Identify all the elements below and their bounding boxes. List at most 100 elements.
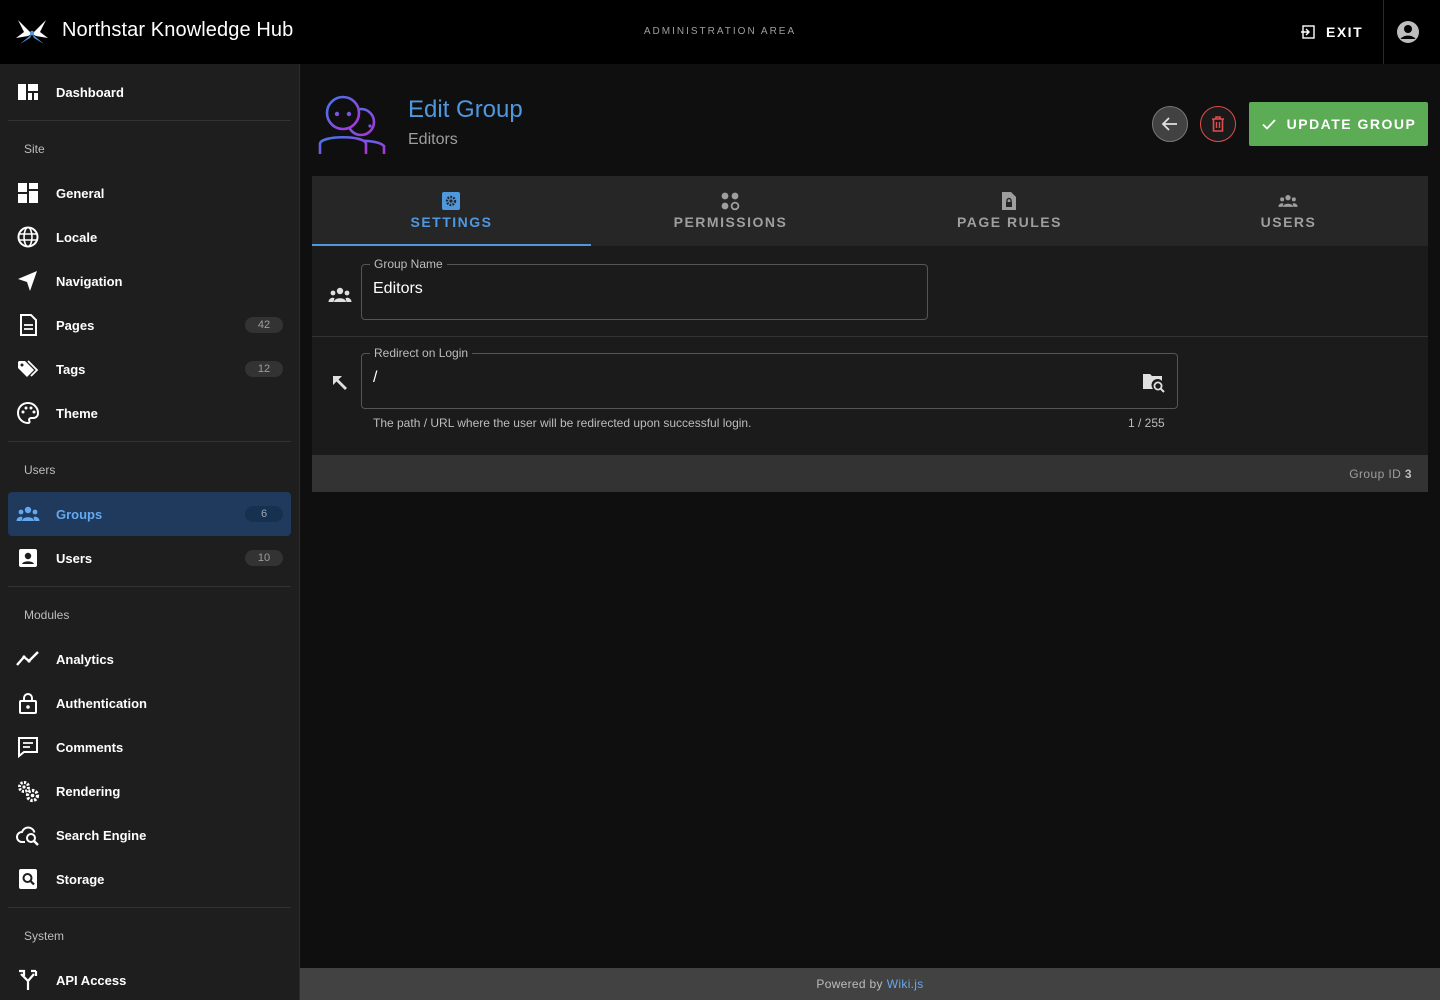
api-icon [19,969,38,990]
groups-count-badge: 6 [245,506,283,522]
sidebar-item-tags[interactable]: Tags 12 [8,347,291,391]
pages-count-badge: 42 [245,317,283,333]
group-name-field[interactable]: Group Name [361,257,928,320]
group-name-input[interactable] [373,280,893,298]
storage-icon [19,869,37,889]
tab-label: PAGE RULES [957,214,1062,230]
sidebar-section-system: System [24,929,65,943]
account-group-icon [1278,195,1298,207]
sidebar-item-locale[interactable]: Locale [8,215,291,259]
sidebar-item-api-access[interactable]: API Access [8,958,291,1000]
sidebar-item-groups[interactable]: Groups 6 [8,492,291,536]
cloud-search-icon [16,826,39,846]
exit-label: EXIT [1326,24,1364,40]
people-avatar-icon [318,95,386,154]
sidebar-section-site: Site [24,142,45,156]
globe-icon [17,226,39,248]
tab-users[interactable]: USERS [1149,176,1428,246]
sidebar-item-rendering[interactable]: Rendering [8,769,291,813]
sidebar-item-label: Pages [56,317,95,333]
cogs-icon [18,781,40,803]
exit-icon [1301,25,1315,39]
sidebar: Dashboard Site General Locale Navigation… [0,64,300,1000]
redirect-char-counter: 1 / 255 [1128,416,1165,430]
file-document-icon [20,314,37,336]
account-group-icon [328,287,352,302]
sidebar-item-authentication[interactable]: Authentication [8,681,291,725]
topbar-divider [1383,0,1384,64]
admin-area-label: ADMINISTRATION AREA [643,26,797,37]
sidebar-item-dashboard[interactable]: Dashboard [8,70,291,114]
check-icon [1261,119,1276,130]
sidebar-item-search-engine[interactable]: Search Engine [8,813,291,857]
sidebar-divider [8,120,291,121]
sidebar-item-label: General [56,185,105,201]
sidebar-item-label: Storage [56,871,105,887]
main-content: Edit Group Editors UPDATE GROUP SETTINGS… [300,64,1440,968]
sidebar-item-label: Groups [56,506,103,522]
sidebar-item-users[interactable]: Users 10 [8,536,291,580]
sidebar-item-label: Tags [56,361,86,377]
sidebar-item-navigation[interactable]: Navigation [8,259,291,303]
account-circle-icon[interactable] [1396,20,1420,44]
tags-icon [18,360,39,377]
sidebar-item-label: Authentication [56,695,147,711]
sidebar-divider [8,441,291,442]
back-button[interactable] [1152,106,1188,142]
sidebar-item-storage[interactable]: Storage [8,857,291,901]
tab-page-rules[interactable]: PAGE RULES [870,176,1149,246]
tab-label: USERS [1260,214,1317,230]
tab-bar: SETTINGS PERMISSIONS PAGE RULES USERS [312,176,1428,246]
sidebar-item-label: Analytics [56,651,114,667]
group-id: Group ID 3 [1349,467,1412,481]
delete-button[interactable] [1200,106,1236,142]
group-name-label: Group Name [370,257,447,271]
sidebar-item-label: Dashboard [56,84,124,100]
sidebar-item-label: Comments [56,739,124,755]
sidebar-item-general[interactable]: General [8,171,291,215]
sidebar-section-modules: Modules [24,608,70,622]
tab-label: PERMISSIONS [673,214,788,230]
sidebar-item-label: Locale [56,229,98,245]
account-box-icon [19,549,37,567]
view-dashboard-icon [18,84,38,100]
page-subtitle: Editors [408,131,458,148]
sidebar-item-pages[interactable]: Pages 42 [8,303,291,347]
group-id-value: 3 [1404,467,1412,481]
redirect-on-login-input[interactable] [373,369,893,387]
sidebar-item-analytics[interactable]: Analytics [8,637,291,681]
sidebar-item-label: Rendering [56,783,121,799]
wikijs-link[interactable]: Wiki.js [887,977,924,991]
tab-permissions[interactable]: PERMISSIONS [591,176,870,246]
sidebar-item-theme[interactable]: Theme [8,391,291,435]
redirect-on-login-field[interactable]: Redirect on Login [361,346,1178,409]
update-group-button[interactable]: UPDATE GROUP [1249,102,1428,146]
lock-icon [19,693,37,714]
trash-can-icon [1212,116,1224,132]
folder-search-icon[interactable] [1142,371,1166,393]
users-count-badge: 10 [245,550,283,566]
sidebar-section-users: Users [24,463,56,477]
redirect-hint: The path / URL where the user will be re… [373,416,752,430]
tab-label: SETTINGS [410,214,493,230]
comment-icon [18,737,38,759]
exit-button[interactable]: EXIT [1300,16,1363,48]
top-bar: Northstar Knowledge Hub ADMINISTRATION A… [0,0,1440,64]
powered-by-text: Powered by [816,977,883,991]
group-id-label: Group ID [1349,467,1402,481]
palette-icon [16,401,40,425]
powered-by-footer: Powered by Wiki.js [300,968,1440,1000]
row-divider [312,336,1428,337]
group-settings-card: SETTINGS PERMISSIONS PAGE RULES USERS Gr… [312,176,1428,492]
tab-settings[interactable]: SETTINGS [312,176,591,246]
card-footer: Group ID 3 [312,455,1428,492]
navigation-arrow-icon [18,271,37,291]
arrow-left-icon [1161,117,1177,131]
sidebar-item-label: Theme [56,405,98,421]
tags-count-badge: 12 [245,361,283,377]
sidebar-divider [8,586,291,587]
sidebar-item-label: API Access [56,972,127,988]
sidebar-item-label: Navigation [56,273,123,289]
sidebar-item-label: Search Engine [56,827,147,843]
sidebar-item-comments[interactable]: Comments [8,725,291,769]
